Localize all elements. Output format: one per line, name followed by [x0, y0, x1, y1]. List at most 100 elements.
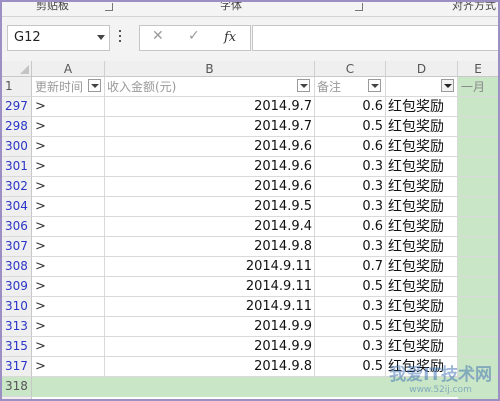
cell-income[interactable]: 2014.9.7	[105, 97, 315, 117]
cell-update-time[interactable]: >	[32, 157, 105, 177]
header-cell-update-time[interactable]: 更新时间	[32, 77, 105, 97]
cell-update-time[interactable]: >	[32, 337, 105, 357]
cell-e[interactable]	[458, 317, 498, 337]
cell-e[interactable]	[458, 177, 498, 197]
row-number[interactable]: 318	[2, 377, 32, 397]
column-header-d[interactable]: D	[386, 61, 458, 77]
cell-update-time[interactable]: >	[32, 277, 105, 297]
cell-update-time[interactable]: >	[32, 197, 105, 217]
formula-input[interactable]	[252, 25, 498, 51]
cell-note[interactable]: 0.6	[315, 137, 386, 157]
row-number[interactable]: 319	[2, 397, 32, 399]
cell-update-time[interactable]: >	[32, 97, 105, 117]
font-launcher-icon[interactable]	[355, 3, 363, 11]
selected-cells[interactable]	[32, 377, 458, 397]
cell-d[interactable]: 红包奖励	[386, 97, 458, 117]
cell-note[interactable]: 0.3	[315, 177, 386, 197]
cell-note[interactable]: 0.6	[315, 217, 386, 237]
cell-e[interactable]	[458, 257, 498, 277]
cell-e[interactable]	[458, 277, 498, 297]
row-number[interactable]: 307	[2, 237, 32, 257]
cell-update-time[interactable]: >	[32, 297, 105, 317]
select-all-button[interactable]	[2, 61, 32, 77]
cell-note[interactable]: 0.5	[315, 357, 386, 377]
cell-e[interactable]	[458, 157, 498, 177]
ribbon-group-alignment[interactable]: 对齐方式	[452, 2, 496, 13]
cell-income[interactable]: 2014.9.11	[105, 277, 315, 297]
cancel-icon[interactable]: ✕	[152, 28, 164, 44]
cell-note[interactable]: 0.3	[315, 337, 386, 357]
cell-income[interactable]: 2014.9.8	[105, 237, 315, 257]
cell-note[interactable]: 0.3	[315, 237, 386, 257]
row-number[interactable]: 308	[2, 257, 32, 277]
cell-e[interactable]	[458, 357, 498, 377]
cell-update-time[interactable]: >	[32, 357, 105, 377]
cell-update-time[interactable]: >	[32, 117, 105, 137]
cell-d[interactable]: 红包奖励	[386, 357, 458, 377]
filter-dropdown-icon[interactable]	[297, 79, 310, 92]
cell-d[interactable]: 红包奖励	[386, 257, 458, 277]
row-number[interactable]: 1	[2, 77, 32, 97]
filter-dropdown-icon[interactable]	[88, 79, 101, 92]
clipboard-launcher-icon[interactable]	[105, 3, 113, 11]
cell-income[interactable]: 2014.9.6	[105, 157, 315, 177]
cell-note[interactable]: 0.5	[315, 117, 386, 137]
cell-income[interactable]: 2014.9.11	[105, 297, 315, 317]
cell-note[interactable]: 0.5	[315, 317, 386, 337]
ribbon-group-font[interactable]: 字体	[220, 2, 242, 13]
row-number[interactable]: 301	[2, 157, 32, 177]
cell-note[interactable]: 0.3	[315, 197, 386, 217]
ribbon-group-clipboard[interactable]: 剪贴板	[36, 2, 69, 13]
column-header-b[interactable]: B	[105, 61, 315, 77]
cell-update-time[interactable]: >	[32, 257, 105, 277]
cell-update-time[interactable]: >	[32, 137, 105, 157]
cell-e[interactable]	[458, 337, 498, 357]
cell-income[interactable]: 2014.9.7	[105, 117, 315, 137]
cell-note[interactable]: 0.3	[315, 297, 386, 317]
cell-d[interactable]: 红包奖励	[386, 337, 458, 357]
cell-d[interactable]: 红包奖励	[386, 237, 458, 257]
cell-note[interactable]: 0.5	[315, 277, 386, 297]
cell-income[interactable]: 2014.9.5	[105, 197, 315, 217]
cell-update-time[interactable]: >	[32, 217, 105, 237]
cell-note[interactable]: 0.7	[315, 257, 386, 277]
row-number[interactable]: 317	[2, 357, 32, 377]
cell-e[interactable]	[458, 117, 498, 137]
column-header-c[interactable]: C	[315, 61, 386, 77]
chevron-down-icon[interactable]	[97, 35, 105, 40]
cell-income[interactable]: 2014.9.11	[105, 257, 315, 277]
cell-d[interactable]: 红包奖励	[386, 277, 458, 297]
cell-income[interactable]: 2014.9.8	[105, 357, 315, 377]
row-number[interactable]: 310	[2, 297, 32, 317]
row-number[interactable]: 304	[2, 197, 32, 217]
row-number[interactable]: 315	[2, 337, 32, 357]
row-number[interactable]: 313	[2, 317, 32, 337]
cell-income[interactable]: 2014.9.9	[105, 337, 315, 357]
column-header-a[interactable]: A	[32, 61, 105, 77]
filter-dropdown-icon[interactable]	[368, 79, 381, 92]
header-cell-d[interactable]	[386, 77, 458, 97]
cell-d[interactable]: 红包奖励	[386, 137, 458, 157]
insert-function-icon[interactable]: fx	[224, 30, 236, 45]
cell-update-time[interactable]: >	[32, 317, 105, 337]
cell-income[interactable]: 2014.9.4	[105, 217, 315, 237]
cell-e[interactable]	[458, 97, 498, 117]
cell-update-time[interactable]: >	[32, 237, 105, 257]
row-number[interactable]: 302	[2, 177, 32, 197]
cell-d[interactable]: 红包奖励	[386, 297, 458, 317]
row-number[interactable]: 298	[2, 117, 32, 137]
row-number[interactable]: 297	[2, 97, 32, 117]
header-cell-income[interactable]: 收入金额(元)	[105, 77, 315, 97]
cell-e[interactable]	[458, 397, 498, 399]
cell-e[interactable]	[458, 297, 498, 317]
cell-income[interactable]: 2014.9.6	[105, 137, 315, 157]
cell-d[interactable]: 红包奖励	[386, 177, 458, 197]
name-box[interactable]: G12	[7, 25, 110, 51]
row-number[interactable]: 309	[2, 277, 32, 297]
cell-e[interactable]	[458, 197, 498, 217]
cell-d[interactable]: 红包奖励	[386, 117, 458, 137]
cell-note[interactable]: 0.6	[315, 97, 386, 117]
column-header-e[interactable]: E	[458, 61, 498, 77]
header-cell-note[interactable]: 备注	[315, 77, 386, 97]
cell-note[interactable]: 0.3	[315, 157, 386, 177]
